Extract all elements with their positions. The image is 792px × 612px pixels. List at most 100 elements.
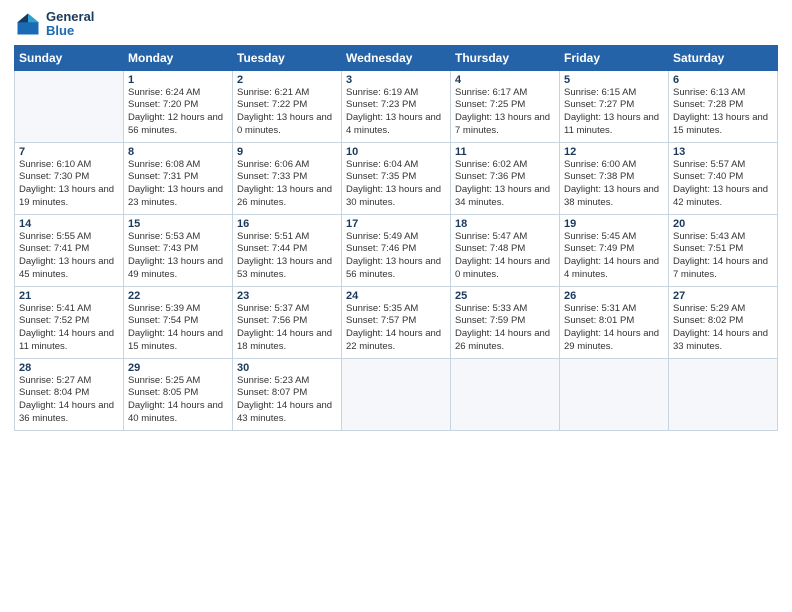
day-info: Sunrise: 6:10 AMSunset: 7:30 PMDaylight:… [19,159,119,210]
calendar-cell: 18Sunrise: 5:47 AMSunset: 7:48 PMDayligh… [451,214,560,286]
weekday-header: Wednesday [342,45,451,70]
calendar-cell: 16Sunrise: 5:51 AMSunset: 7:44 PMDayligh… [233,214,342,286]
day-info: Sunrise: 5:45 AMSunset: 7:49 PMDaylight:… [564,231,664,282]
weekday-header: Friday [560,45,669,70]
day-number: 2 [237,74,337,86]
calendar-cell: 15Sunrise: 5:53 AMSunset: 7:43 PMDayligh… [124,214,233,286]
weekday-header: Sunday [15,45,124,70]
calendar-cell: 6Sunrise: 6:13 AMSunset: 7:28 PMDaylight… [669,70,778,142]
day-number: 15 [128,218,228,230]
calendar-cell: 13Sunrise: 5:57 AMSunset: 7:40 PMDayligh… [669,142,778,214]
day-number: 24 [346,290,446,302]
day-info: Sunrise: 6:24 AMSunset: 7:20 PMDaylight:… [128,87,228,138]
calendar-cell: 10Sunrise: 6:04 AMSunset: 7:35 PMDayligh… [342,142,451,214]
day-info: Sunrise: 6:00 AMSunset: 7:38 PMDaylight:… [564,159,664,210]
calendar-cell: 24Sunrise: 5:35 AMSunset: 7:57 PMDayligh… [342,286,451,358]
weekday-header: Monday [124,45,233,70]
logo: General Blue [14,10,94,39]
day-info: Sunrise: 6:08 AMSunset: 7:31 PMDaylight:… [128,159,228,210]
day-info: Sunrise: 5:33 AMSunset: 7:59 PMDaylight:… [455,303,555,354]
calendar-cell: 22Sunrise: 5:39 AMSunset: 7:54 PMDayligh… [124,286,233,358]
calendar-cell: 2Sunrise: 6:21 AMSunset: 7:22 PMDaylight… [233,70,342,142]
calendar-cell [451,358,560,430]
calendar-cell: 20Sunrise: 5:43 AMSunset: 7:51 PMDayligh… [669,214,778,286]
day-info: Sunrise: 5:47 AMSunset: 7:48 PMDaylight:… [455,231,555,282]
calendar-cell: 9Sunrise: 6:06 AMSunset: 7:33 PMDaylight… [233,142,342,214]
logo-icon [14,10,42,38]
day-number: 21 [19,290,119,302]
weekday-header: Tuesday [233,45,342,70]
day-number: 26 [564,290,664,302]
day-number: 23 [237,290,337,302]
day-info: Sunrise: 5:25 AMSunset: 8:05 PMDaylight:… [128,375,228,426]
day-number: 29 [128,362,228,374]
day-number: 6 [673,74,773,86]
calendar-cell [669,358,778,430]
day-number: 5 [564,74,664,86]
day-info: Sunrise: 5:23 AMSunset: 8:07 PMDaylight:… [237,375,337,426]
day-number: 16 [237,218,337,230]
day-info: Sunrise: 5:53 AMSunset: 7:43 PMDaylight:… [128,231,228,282]
calendar-cell: 30Sunrise: 5:23 AMSunset: 8:07 PMDayligh… [233,358,342,430]
day-number: 25 [455,290,555,302]
calendar-cell: 17Sunrise: 5:49 AMSunset: 7:46 PMDayligh… [342,214,451,286]
calendar-cell: 29Sunrise: 5:25 AMSunset: 8:05 PMDayligh… [124,358,233,430]
day-number: 18 [455,218,555,230]
calendar-cell: 1Sunrise: 6:24 AMSunset: 7:20 PMDaylight… [124,70,233,142]
day-info: Sunrise: 6:19 AMSunset: 7:23 PMDaylight:… [346,87,446,138]
calendar-cell: 23Sunrise: 5:37 AMSunset: 7:56 PMDayligh… [233,286,342,358]
day-number: 27 [673,290,773,302]
calendar-cell [560,358,669,430]
calendar-cell [342,358,451,430]
day-info: Sunrise: 6:17 AMSunset: 7:25 PMDaylight:… [455,87,555,138]
day-info: Sunrise: 5:41 AMSunset: 7:52 PMDaylight:… [19,303,119,354]
day-info: Sunrise: 6:04 AMSunset: 7:35 PMDaylight:… [346,159,446,210]
calendar-cell: 4Sunrise: 6:17 AMSunset: 7:25 PMDaylight… [451,70,560,142]
day-number: 8 [128,146,228,158]
calendar-cell: 28Sunrise: 5:27 AMSunset: 8:04 PMDayligh… [15,358,124,430]
calendar-cell: 21Sunrise: 5:41 AMSunset: 7:52 PMDayligh… [15,286,124,358]
day-number: 22 [128,290,228,302]
page: General Blue SundayMondayTuesdayWednesda… [0,0,792,612]
calendar-cell: 14Sunrise: 5:55 AMSunset: 7:41 PMDayligh… [15,214,124,286]
day-number: 28 [19,362,119,374]
day-info: Sunrise: 5:37 AMSunset: 7:56 PMDaylight:… [237,303,337,354]
calendar-cell: 7Sunrise: 6:10 AMSunset: 7:30 PMDaylight… [15,142,124,214]
day-info: Sunrise: 5:55 AMSunset: 7:41 PMDaylight:… [19,231,119,282]
day-number: 4 [455,74,555,86]
calendar-cell: 12Sunrise: 6:00 AMSunset: 7:38 PMDayligh… [560,142,669,214]
calendar-table: SundayMondayTuesdayWednesdayThursdayFrid… [14,45,778,431]
day-number: 20 [673,218,773,230]
day-info: Sunrise: 6:06 AMSunset: 7:33 PMDaylight:… [237,159,337,210]
day-info: Sunrise: 5:31 AMSunset: 8:01 PMDaylight:… [564,303,664,354]
calendar-cell: 26Sunrise: 5:31 AMSunset: 8:01 PMDayligh… [560,286,669,358]
day-number: 9 [237,146,337,158]
day-number: 7 [19,146,119,158]
day-info: Sunrise: 5:27 AMSunset: 8:04 PMDaylight:… [19,375,119,426]
day-number: 12 [564,146,664,158]
day-number: 10 [346,146,446,158]
calendar-cell: 5Sunrise: 6:15 AMSunset: 7:27 PMDaylight… [560,70,669,142]
day-number: 11 [455,146,555,158]
calendar-cell: 27Sunrise: 5:29 AMSunset: 8:02 PMDayligh… [669,286,778,358]
day-info: Sunrise: 5:43 AMSunset: 7:51 PMDaylight:… [673,231,773,282]
day-info: Sunrise: 6:13 AMSunset: 7:28 PMDaylight:… [673,87,773,138]
day-info: Sunrise: 5:29 AMSunset: 8:02 PMDaylight:… [673,303,773,354]
day-info: Sunrise: 5:51 AMSunset: 7:44 PMDaylight:… [237,231,337,282]
weekday-header: Thursday [451,45,560,70]
calendar-cell [15,70,124,142]
day-info: Sunrise: 5:49 AMSunset: 7:46 PMDaylight:… [346,231,446,282]
calendar-cell: 11Sunrise: 6:02 AMSunset: 7:36 PMDayligh… [451,142,560,214]
calendar-cell: 8Sunrise: 6:08 AMSunset: 7:31 PMDaylight… [124,142,233,214]
day-info: Sunrise: 6:21 AMSunset: 7:22 PMDaylight:… [237,87,337,138]
header: General Blue [14,10,778,39]
calendar-cell: 3Sunrise: 6:19 AMSunset: 7:23 PMDaylight… [342,70,451,142]
day-number: 14 [19,218,119,230]
day-number: 30 [237,362,337,374]
day-info: Sunrise: 5:57 AMSunset: 7:40 PMDaylight:… [673,159,773,210]
day-number: 3 [346,74,446,86]
day-number: 17 [346,218,446,230]
calendar-cell: 19Sunrise: 5:45 AMSunset: 7:49 PMDayligh… [560,214,669,286]
logo-text: General Blue [46,10,94,39]
day-info: Sunrise: 6:02 AMSunset: 7:36 PMDaylight:… [455,159,555,210]
